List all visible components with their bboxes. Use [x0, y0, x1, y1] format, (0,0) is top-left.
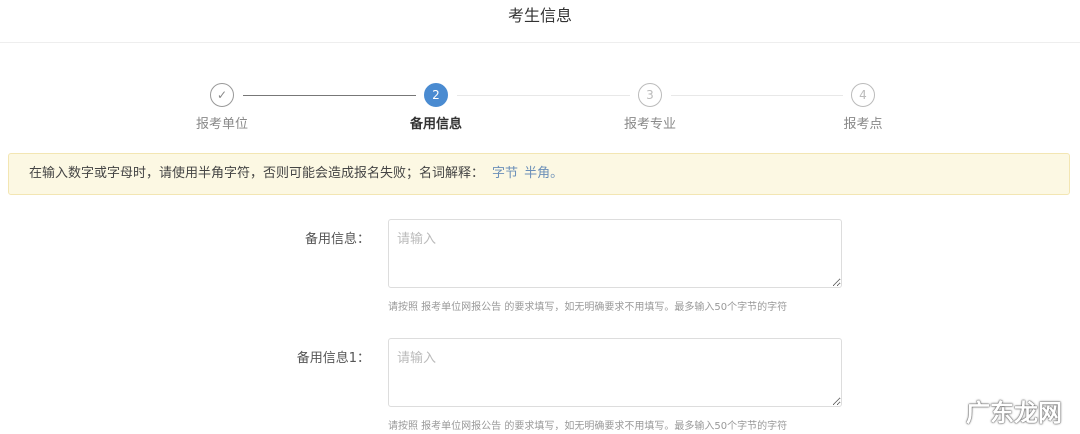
step-label: 报考专业 — [623, 117, 676, 132]
step-number-icon: 3 — [638, 83, 662, 107]
backup-info-1-input[interactable] — [388, 338, 842, 407]
step-label: 备用信息 — [409, 117, 462, 132]
step-1: ✓ 报考单位 — [162, 83, 282, 132]
field-help: 请按照 报考单位网报公告 的要求填写，如无明确要求不用填写。最多输入50个字节的… — [388, 302, 788, 313]
page-title: 考生信息 — [507, 6, 572, 25]
field-label: 备用信息： — [304, 232, 370, 247]
step-number-icon: 2 — [424, 83, 448, 107]
step-label: 报考点 — [843, 117, 883, 132]
link-half-width[interactable]: 半角。 — [524, 166, 563, 181]
step-2: 2 备用信息 — [376, 83, 496, 132]
warning-alert: 在输入数字或字母时，请使用半角字符，否则可能会造成报名失败；名词解释： 字节 半角… — [8, 153, 1070, 195]
watermark: 广东龙网 — [966, 399, 1062, 427]
alert-text: 在输入数字或字母时，请使用半角字符，否则可能会造成报名失败；名词解释： — [29, 166, 485, 181]
link-byte[interactable]: 字节 — [492, 166, 518, 181]
check-icon: ✓ — [210, 83, 234, 107]
step-number-icon: 4 — [851, 83, 875, 107]
field-help: 请按照 报考单位网报公告 的要求填写，如无明确要求不用填写。最多输入50个字节的… — [388, 421, 788, 432]
field-label: 备用信息1： — [296, 351, 370, 366]
backup-info-input[interactable] — [388, 219, 842, 288]
step-4: 4 报考点 — [803, 83, 923, 132]
step-3: 3 报考专业 — [590, 83, 710, 132]
step-label: 报考单位 — [195, 117, 248, 132]
page-header: 考生信息 — [0, 0, 1080, 43]
